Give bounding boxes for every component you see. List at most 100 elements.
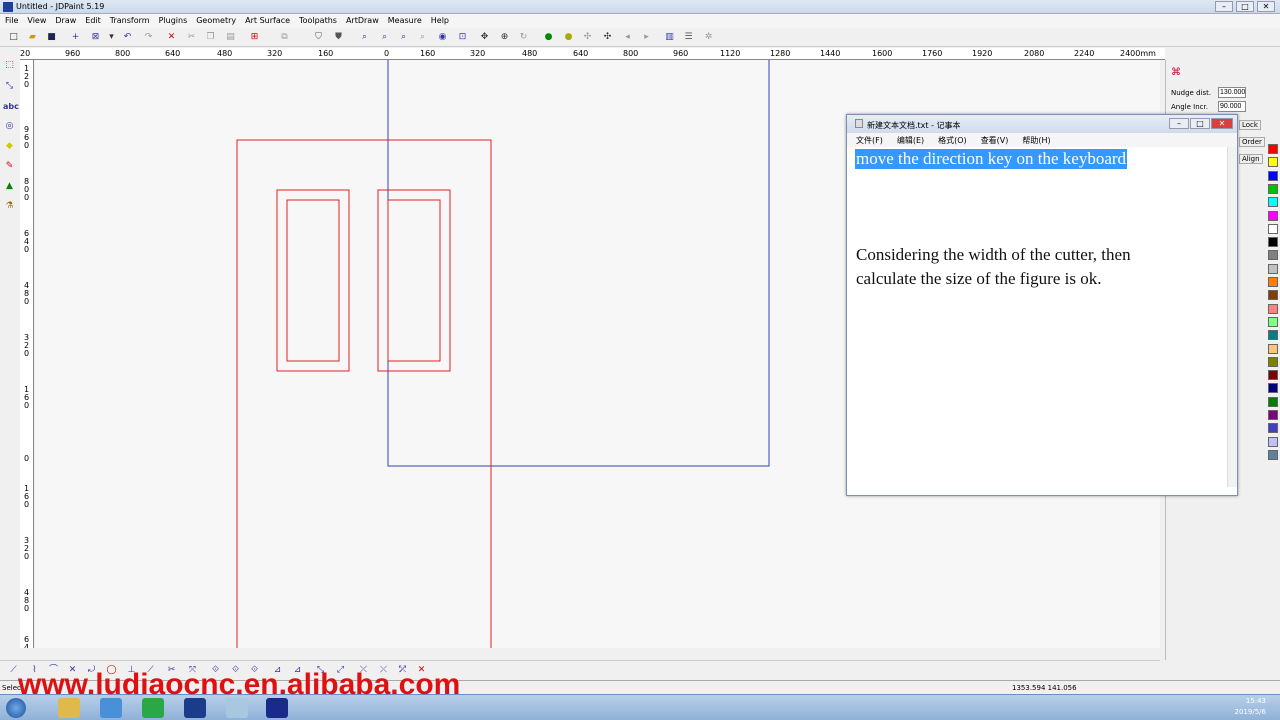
- menu-measure[interactable]: Measure: [383, 14, 426, 25]
- menu-draw[interactable]: Draw: [50, 14, 80, 25]
- light-icon[interactable]: ●: [563, 32, 574, 43]
- notepad-menu-format[interactable]: 格式(O): [929, 133, 972, 146]
- menu-art-surface[interactable]: Art Surface: [240, 14, 294, 25]
- snap-icon[interactable]: ✣: [582, 32, 593, 43]
- shield-icon[interactable]: ⛉: [313, 32, 324, 43]
- color-swatch[interactable]: [1268, 144, 1278, 154]
- text-line[interactable]: calculate the size of the figure is ok.: [856, 269, 1101, 289]
- cut-icon[interactable]: ✂: [186, 32, 197, 43]
- select-box-icon[interactable]: ⊠: [90, 32, 101, 43]
- order-button[interactable]: Order: [1239, 137, 1265, 147]
- text-tool-icon[interactable]: abc: [3, 101, 19, 112]
- notepad-menu-edit[interactable]: 编辑(E): [888, 133, 929, 146]
- zoom-all-icon[interactable]: ◉: [437, 32, 448, 43]
- color-swatch[interactable]: [1268, 197, 1278, 208]
- color-swatch[interactable]: [1268, 370, 1278, 381]
- notepad-window[interactable]: 新建文本文档.txt - 记事本 – □ ✕ 文件(F) 编辑(E) 格式(O) 查看…: [846, 114, 1238, 496]
- zoom-realtime-icon[interactable]: ⊕: [499, 32, 510, 43]
- chevron-down-icon[interactable]: ▾: [106, 32, 117, 43]
- color-swatch[interactable]: [1268, 277, 1278, 287]
- color-swatch[interactable]: [1268, 343, 1278, 354]
- color-swatch[interactable]: [1268, 356, 1278, 367]
- close-button[interactable]: ✕: [1257, 1, 1275, 12]
- zoom-out-icon[interactable]: ⌕: [379, 32, 390, 43]
- maximize-button[interactable]: □: [1236, 1, 1254, 12]
- color-swatch[interactable]: [1268, 436, 1278, 447]
- color-swatch[interactable]: [1268, 237, 1278, 248]
- lock-button[interactable]: Lock: [1239, 120, 1261, 130]
- save-icon[interactable]: ■: [46, 32, 57, 43]
- color-swatch[interactable]: [1268, 410, 1278, 420]
- color-swatch[interactable]: [1268, 170, 1278, 181]
- paste-icon[interactable]: ▤: [225, 32, 236, 43]
- menu-transform[interactable]: Transform: [105, 14, 154, 25]
- color-swatch[interactable]: [1268, 290, 1278, 301]
- transform-icon[interactable]: ◎: [4, 121, 15, 132]
- selected-text[interactable]: move the direction key on the keyboard: [855, 149, 1128, 169]
- nudge-input[interactable]: [1218, 87, 1246, 98]
- select-rect-icon[interactable]: ⬚: [4, 60, 15, 71]
- color-swatch[interactable]: [1268, 303, 1278, 314]
- crosshair-icon[interactable]: +: [70, 32, 81, 43]
- right-frame-inner[interactable]: [387, 199, 441, 362]
- table-icon[interactable]: ☰: [683, 32, 694, 43]
- blue-boundary-rect[interactable]: [387, 60, 770, 467]
- menu-toolpaths[interactable]: Toolpaths: [294, 14, 341, 25]
- pen-icon[interactable]: ✎: [4, 161, 15, 172]
- align-button[interactable]: Align: [1239, 154, 1263, 164]
- color-swatch[interactable]: [1268, 423, 1278, 434]
- color-swatch[interactable]: [1268, 263, 1278, 274]
- zoom-previous-icon[interactable]: ⌕: [417, 32, 428, 43]
- zoom-window-icon[interactable]: ⌕: [359, 32, 370, 43]
- layer-icon[interactable]: ⧉: [279, 32, 290, 43]
- notepad-menu-file[interactable]: 文件(F): [847, 133, 888, 146]
- refresh-icon[interactable]: ↻: [518, 32, 529, 43]
- pan-icon[interactable]: ✥: [479, 32, 490, 43]
- menu-plugins[interactable]: Plugins: [154, 14, 192, 25]
- menu-help[interactable]: Help: [426, 14, 453, 25]
- node-icon[interactable]: ●: [543, 32, 554, 43]
- minimize-button[interactable]: –: [1215, 1, 1233, 12]
- surface-icon[interactable]: ▲: [4, 181, 15, 192]
- panel-icon[interactable]: ▥: [664, 32, 675, 43]
- shield-filled-icon[interactable]: ⛊: [333, 32, 344, 43]
- color-swatch[interactable]: [1268, 330, 1278, 341]
- notepad-minimize-button[interactable]: –: [1169, 118, 1189, 129]
- menu-view[interactable]: View: [22, 14, 50, 25]
- nodes-icon[interactable]: ✣: [602, 32, 613, 43]
- color-swatch[interactable]: [1268, 383, 1278, 394]
- fill-icon[interactable]: ◆: [4, 141, 15, 152]
- color-swatch[interactable]: [1268, 250, 1278, 261]
- angle-input[interactable]: [1218, 101, 1246, 112]
- copy-icon[interactable]: ❐: [205, 32, 216, 43]
- menu-geometry[interactable]: Geometry: [191, 14, 240, 25]
- notepad-text-area[interactable]: move the direction key on the keyboard C…: [847, 147, 1227, 487]
- color-swatch[interactable]: [1268, 449, 1278, 460]
- notepad-menu-view[interactable]: 查看(V): [972, 133, 1014, 146]
- zoom-in-icon[interactable]: ⌕: [398, 32, 409, 43]
- notepad-close-button[interactable]: ✕: [1211, 118, 1233, 129]
- notepad-menu-help[interactable]: 帮助(H): [1013, 133, 1055, 146]
- node-edit-icon[interactable]: ⤡: [4, 81, 15, 92]
- arrow-left-icon[interactable]: ◂: [622, 32, 633, 43]
- color-swatch[interactable]: [1268, 157, 1278, 168]
- undo-icon[interactable]: ↶: [122, 32, 133, 43]
- color-swatch[interactable]: [1268, 396, 1278, 407]
- menu-file[interactable]: File: [0, 14, 22, 25]
- settings-icon[interactable]: ✲: [703, 32, 714, 43]
- left-frame-outer[interactable]: [276, 189, 350, 372]
- delete-icon[interactable]: ✕: [166, 32, 177, 43]
- notepad-maximize-button[interactable]: □: [1190, 118, 1210, 129]
- grid-icon[interactable]: ⊞: [249, 32, 260, 43]
- color-swatch[interactable]: [1268, 183, 1278, 194]
- redo-icon[interactable]: ↷: [143, 32, 154, 43]
- notepad-scrollbar[interactable]: [1227, 147, 1237, 487]
- color-swatch[interactable]: [1268, 223, 1278, 234]
- menu-edit[interactable]: Edit: [80, 14, 105, 25]
- color-swatch[interactable]: [1268, 210, 1278, 221]
- arrow-right-icon[interactable]: ▸: [641, 32, 652, 43]
- text-line[interactable]: Considering the width of the cutter, the…: [856, 245, 1131, 265]
- outer-red-rect[interactable]: [236, 139, 492, 648]
- zoom-extents-icon[interactable]: ⊡: [457, 32, 468, 43]
- color-swatch[interactable]: [1268, 316, 1278, 327]
